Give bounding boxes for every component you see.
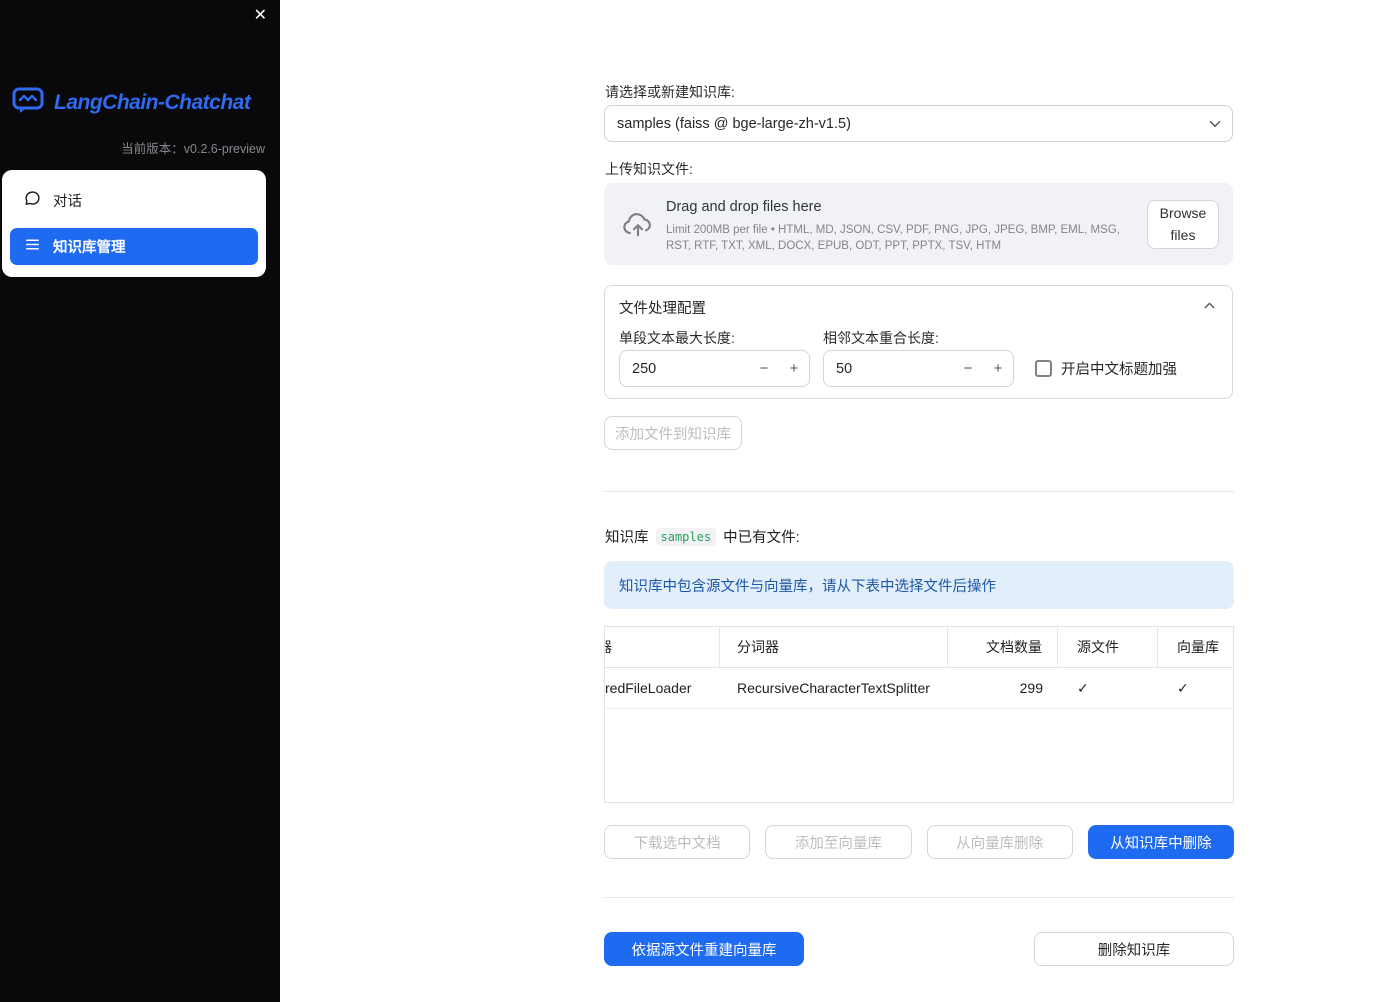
info-banner: 知识库中包含源文件与向量库，请从下表中选择文件后操作 [604, 561, 1234, 609]
chevron-down-icon [1206, 115, 1224, 137]
add-to-vector-store-button[interactable]: 添加至向量库 [765, 825, 912, 859]
col-header-loader-label: 器 [605, 637, 612, 657]
kb-files-caption: 知识库 samples 中已有文件: [605, 526, 800, 547]
main-content: 请选择或新建知识库: samples (faiss @ bge-large-zh… [604, 0, 1234, 1002]
remove-from-vector-store-button[interactable]: 从向量库删除 [926, 825, 1073, 859]
cell-source-check: ✓ [1077, 679, 1089, 696]
add-files-button[interactable]: 添加文件到知识库 [604, 416, 742, 450]
kb-files-suffix: 中已有文件: [723, 530, 800, 546]
col-header-splitter[interactable]: 分词器 [720, 627, 948, 667]
delete-from-kb-button[interactable]: 从知识库中删除 [1087, 825, 1234, 859]
col-header-source-file[interactable]: 源文件 [1058, 627, 1158, 667]
zh-title-enhance: 开启中文标题加强 [1035, 350, 1177, 387]
table-row[interactable]: redFileLoader RecursiveCharacterTextSpli… [605, 668, 1233, 709]
dropzone-limit: Limit 200MB per file • HTML, MD, JSON, C… [666, 224, 1120, 252]
upload-label: 上传知识文件: [605, 161, 693, 177]
file-actions: 下载选中文档 添加至向量库 从向量库删除 从知识库中删除 [604, 825, 1234, 859]
cell-splitter: RecursiveCharacterTextSplitter [737, 680, 930, 696]
chunk-size-increment[interactable]: + [779, 351, 809, 386]
sidebar: ✕ LangChain-Chatchat 当前版本：v0.2.6-preview… [0, 0, 280, 1002]
rebuild-vector-store-button[interactable]: 依据源文件重建向量库 [604, 932, 804, 966]
knowledge-base-icon [24, 236, 41, 257]
sidebar-item-dialogue[interactable]: 对话 [10, 182, 258, 219]
logo-icon [12, 87, 46, 119]
overlap-size-increment[interactable]: + [983, 351, 1013, 386]
cell-vector-check: ✓ [1177, 679, 1189, 696]
overlap-size-label: 相邻文本重合长度: [823, 330, 939, 346]
zh-title-enhance-label: 开启中文标题加强 [1061, 362, 1177, 378]
upload-cloud-icon [621, 209, 655, 244]
files-table: 器 分词器 文档数量 源文件 向量库 redFileLoader Recursi… [604, 626, 1234, 803]
dropzone-title: Drag and drop files here [666, 199, 822, 215]
divider [604, 491, 1234, 492]
file-config-expander: 文件处理配置 单段文本最大长度: 相邻文本重合长度: 250 − + 50 − … [604, 285, 1233, 399]
logo-text: LangChain-Chatchat [54, 91, 251, 114]
version-text: 当前版本：v0.2.6-preview [121, 142, 265, 156]
delete-kb-button[interactable]: 删除知识库 [1034, 932, 1234, 966]
chat-icon [24, 190, 41, 211]
kb-select-label: 请选择或新建知识库: [605, 84, 735, 100]
chevron-up-icon [1201, 297, 1218, 318]
chunk-size-decrement[interactable]: − [749, 351, 779, 386]
col-header-vector-store[interactable]: 向量库 [1158, 627, 1232, 667]
browse-files-button[interactable]: Browse files [1147, 200, 1219, 249]
kb-name-code: samples [655, 527, 717, 546]
expander-title: 文件处理配置 [619, 301, 706, 317]
kb-files-prefix: 知识库 [605, 530, 649, 546]
overlap-size-value[interactable]: 50 [824, 361, 953, 377]
dropzone-text: Drag and drop files here Limit 200MB per… [666, 199, 1146, 254]
overlap-size-decrement[interactable]: − [953, 351, 983, 386]
cell-doc-count: 299 [1019, 680, 1043, 696]
download-selected-button[interactable]: 下载选中文档 [604, 825, 751, 859]
chunk-size-label: 单段文本最大长度: [619, 330, 735, 346]
chunk-size-value[interactable]: 250 [620, 361, 749, 377]
info-text: 知识库中包含源文件与向量库，请从下表中选择文件后操作 [619, 578, 996, 595]
kb-select[interactable]: samples (faiss @ bge-large-zh-v1.5) [604, 105, 1233, 142]
table-header-row: 器 分词器 文档数量 源文件 向量库 [605, 627, 1233, 668]
kb-select-value: samples (faiss @ bge-large-zh-v1.5) [617, 115, 851, 132]
file-dropzone[interactable]: Drag and drop files here Limit 200MB per… [604, 183, 1233, 265]
app-logo: LangChain-Chatchat [12, 87, 251, 119]
col-header-loader[interactable]: 器 [605, 627, 720, 667]
chunk-size-input[interactable]: 250 − + [619, 350, 810, 387]
divider [604, 897, 1234, 898]
sidebar-menu: 对话 知识库管理 [2, 170, 266, 277]
col-header-doc-count[interactable]: 文档数量 [948, 627, 1058, 667]
sidebar-item-label: 对话 [53, 194, 82, 210]
overlap-size-input[interactable]: 50 − + [823, 350, 1014, 387]
sidebar-item-knowledge-base[interactable]: 知识库管理 [10, 228, 258, 265]
expander-header[interactable]: 文件处理配置 [605, 286, 1232, 318]
sidebar-item-label: 知识库管理 [53, 240, 126, 256]
close-icon[interactable]: ✕ [254, 8, 267, 24]
cell-loader: redFileLoader [605, 680, 692, 696]
zh-title-enhance-checkbox[interactable] [1035, 360, 1052, 377]
